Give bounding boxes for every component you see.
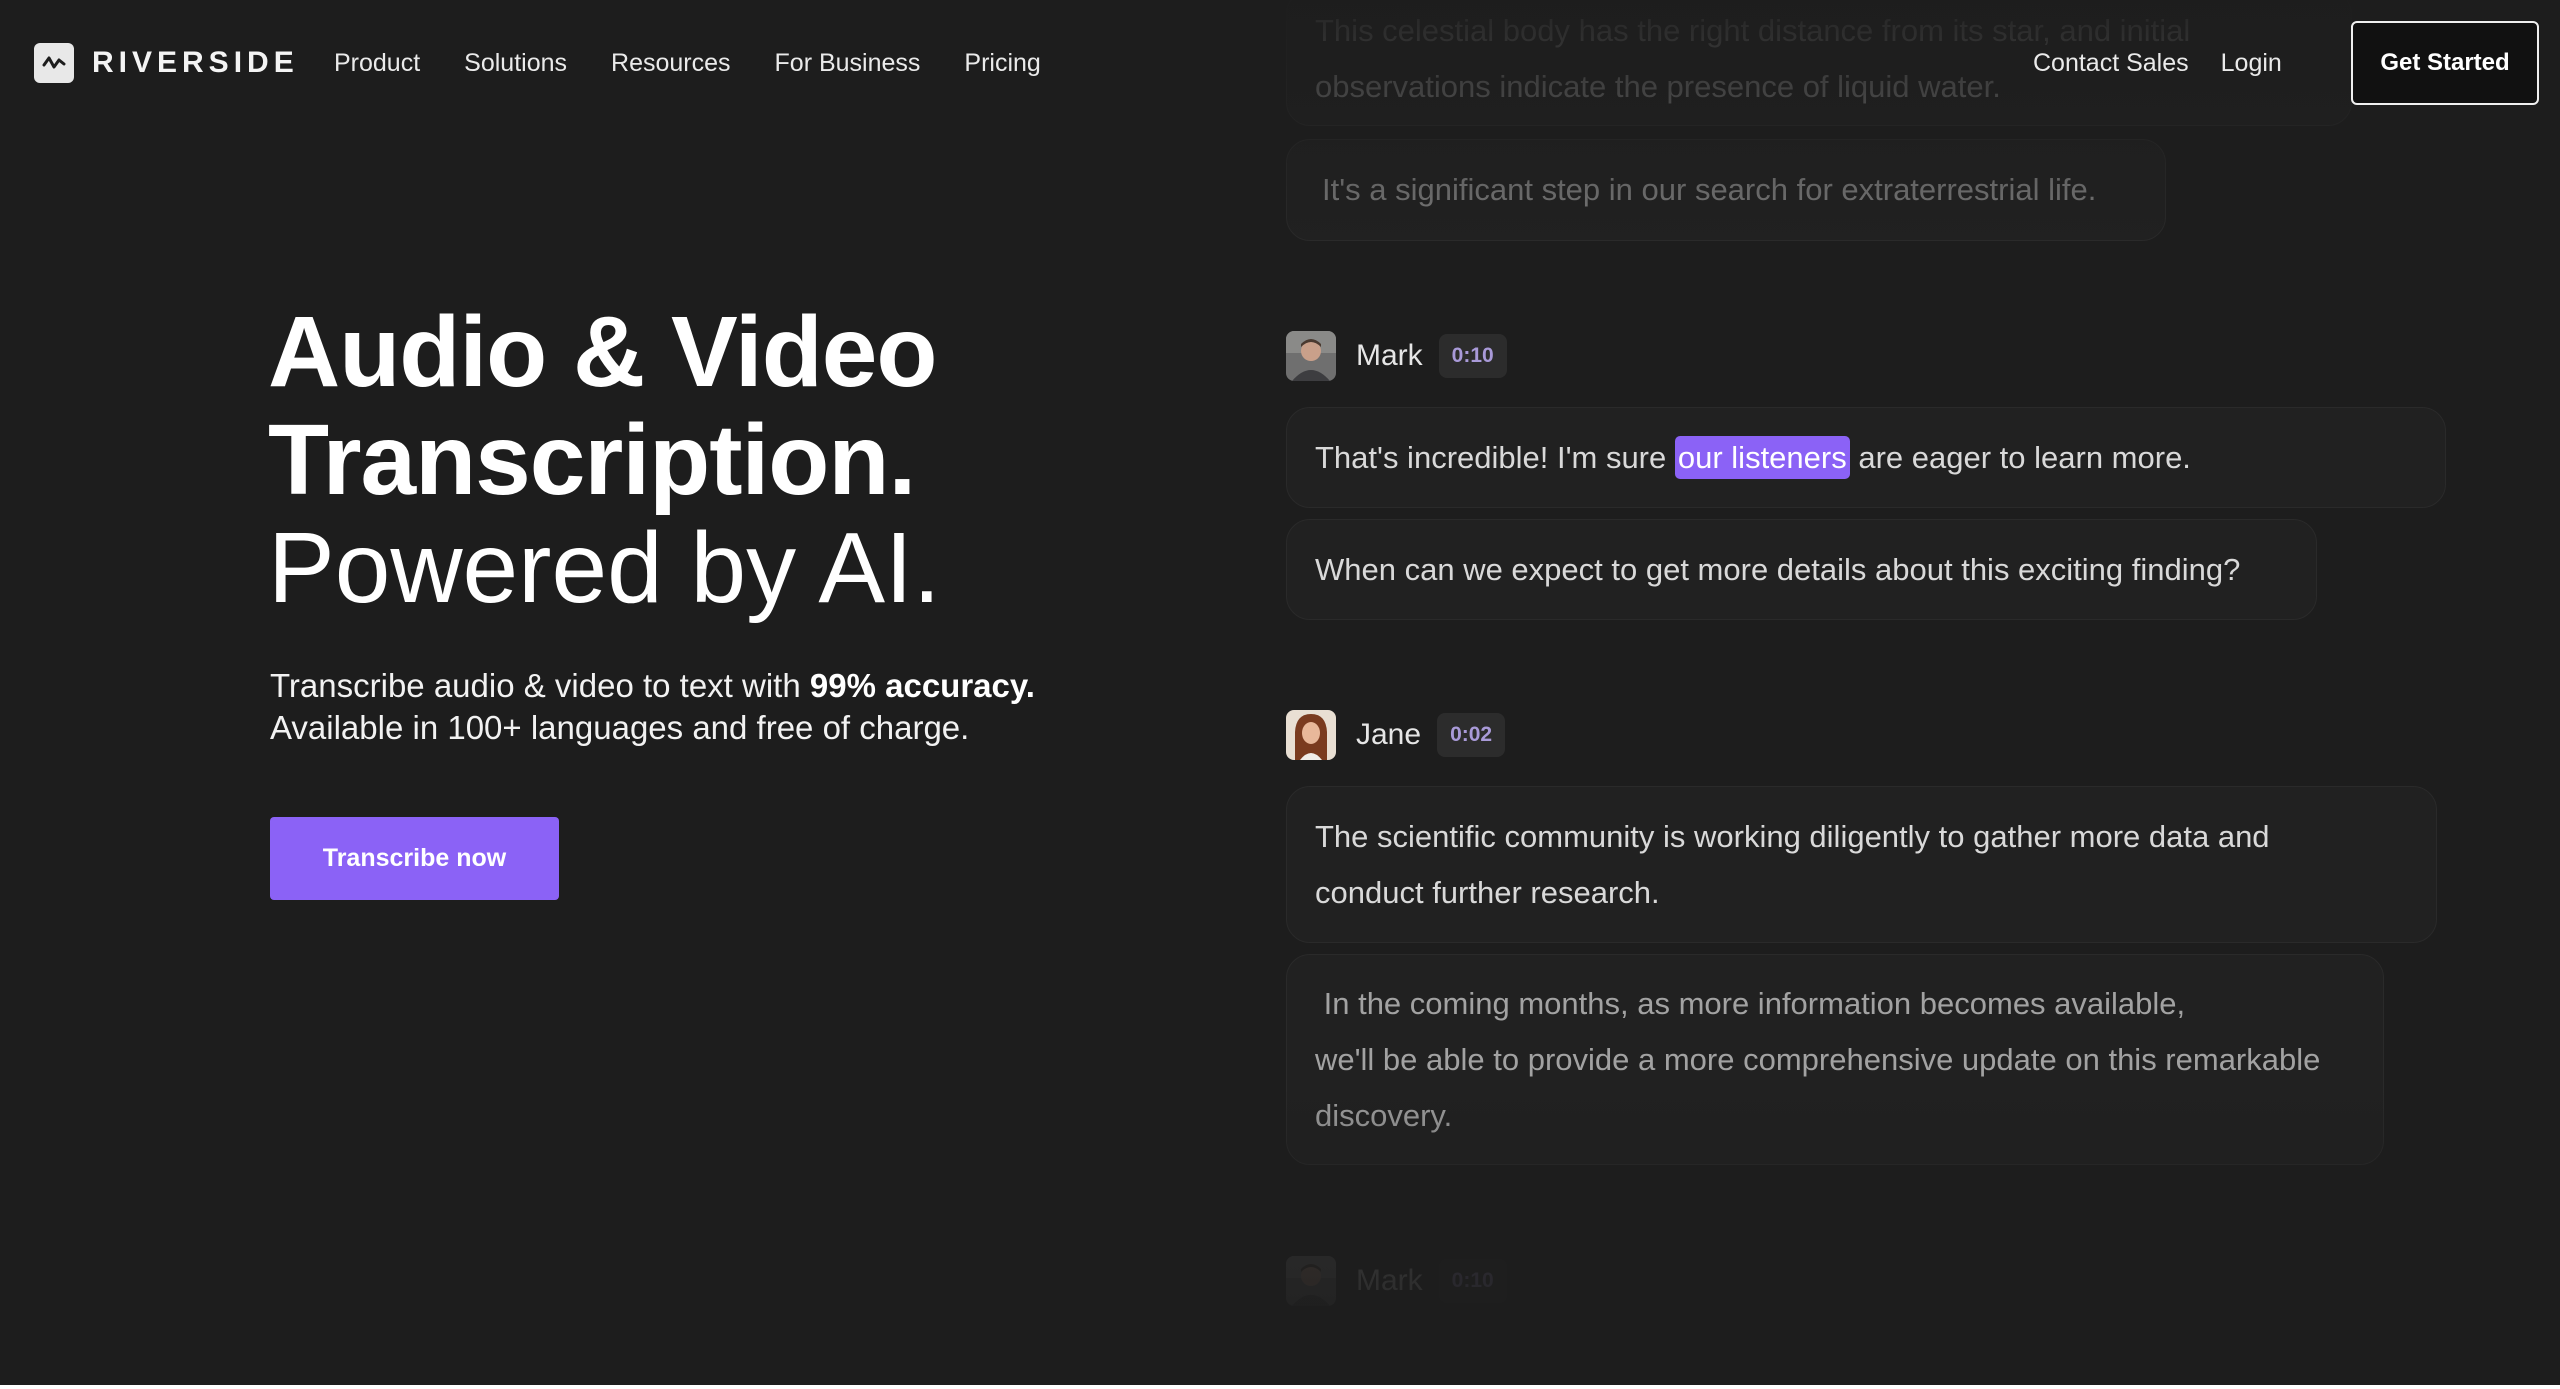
hero-title-line-1: Audio & Video [268,296,937,408]
bubble-line: discovery. [1315,1098,1453,1133]
mark-avatar [1286,1256,1336,1306]
timestamp-badge: 0:10 [1438,1259,1507,1303]
hero-subtitle-line-2: Available in 100+ languages and free of … [270,709,970,746]
speaker-jane: Jane 0:02 [1286,709,1506,761]
nav-product[interactable]: Product [334,49,420,78]
bubble-line: conduct further research. [1315,875,1660,910]
nav-for-business[interactable]: For Business [775,49,921,78]
top-navigation: RIVERSIDE Product Solutions Resources Fo… [0,0,2560,126]
nav-resources[interactable]: Resources [611,49,731,78]
login-link[interactable]: Login [2221,49,2282,78]
hero-title-line-2: Transcription. [268,404,916,516]
nav-pricing[interactable]: Pricing [964,49,1040,78]
page: RIVERSIDE Product Solutions Resources Fo… [0,0,2560,1385]
transcript-bubble: In the coming months, as more informatio… [1286,954,2384,1165]
timestamp-badge[interactable]: 0:02 [1437,713,1506,757]
riverside-logo[interactable]: RIVERSIDE [34,42,299,84]
hero-subtitle-line-1: Transcribe audio & video to text with 99… [270,665,1035,707]
speaker-name: Jane [1356,718,1422,751]
contact-sales-link[interactable]: Contact Sales [2033,49,2189,78]
hero-title: Audio & Video Transcription. Powered by … [268,298,941,622]
hero-subtitle-text: Transcribe audio & video to text with [270,667,810,704]
speaker-mark-next: Mark 0:10 [1286,1255,1507,1307]
speaker-name: Mark [1356,339,1423,372]
mark-avatar [1286,331,1336,381]
speaker-name: Mark [1356,1264,1423,1297]
account-links: Contact Sales Login [2033,42,2282,84]
transcribe-now-button[interactable]: Transcribe now [270,817,559,900]
transcript-bubble: It's a significant step in our search fo… [1286,139,2166,241]
hero-subtitle: Transcribe audio & video to text with 99… [270,665,1035,749]
logo-wordmark: RIVERSIDE [92,46,299,79]
hero-title-line-3: Powered by AI. [268,512,941,624]
transcript-bubble: When can we expect to get more details a… [1286,519,2317,620]
bubble-line: The scientific community is working dili… [1315,819,2270,854]
jane-avatar [1286,710,1336,760]
highlighted-words[interactable]: our listeners [1674,436,1850,479]
riverside-wave-logo-icon [34,43,74,83]
accuracy-highlight: 99% accuracy. [809,667,1035,704]
get-started-button[interactable]: Get Started [2351,21,2539,105]
speaker-mark: Mark 0:10 [1286,330,1507,382]
transcript-bubble: The scientific community is working dili… [1286,786,2437,943]
transcript-bubble: That's incredible! I'm sure our listener… [1286,407,2446,508]
bubble-text: are eager to learn more. [1849,440,2191,475]
bubble-line: In the coming months, as more informatio… [1315,986,2186,1021]
timestamp-badge[interactable]: 0:10 [1438,334,1507,378]
nav-solutions[interactable]: Solutions [464,49,567,78]
main-nav: Product Solutions Resources For Business… [334,42,1041,84]
transcript-preview: This celestial body has the right distan… [1280,0,2560,1385]
bubble-line: we'll be able to provide a more comprehe… [1315,1042,2321,1077]
bubble-text: That's incredible! I'm sure [1315,440,1675,475]
